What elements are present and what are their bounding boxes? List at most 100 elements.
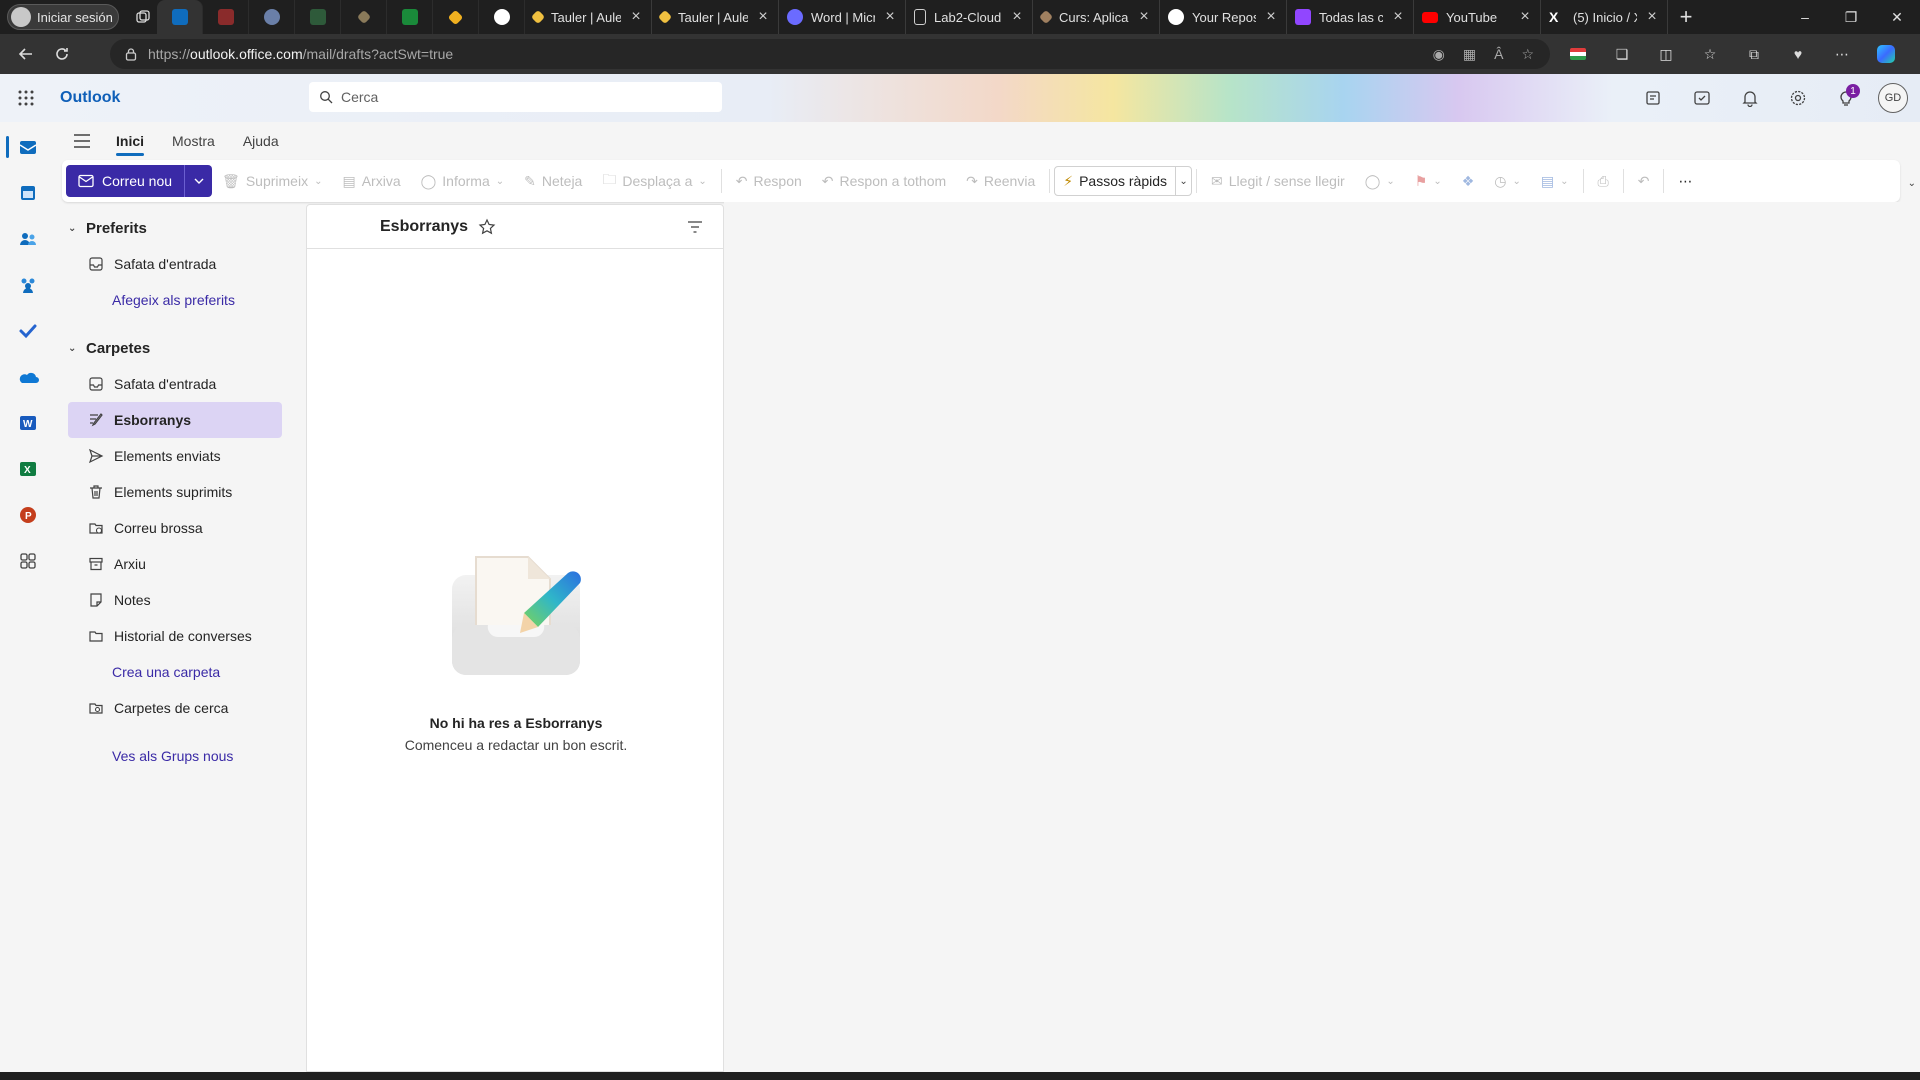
read-unread-button[interactable]: ✉ Llegit / sense llegir xyxy=(1201,165,1355,197)
search-input[interactable]: Cerca xyxy=(309,82,722,112)
flag-button[interactable]: ⚑ ⌄ xyxy=(1405,165,1452,197)
folder-item-sent[interactable]: Elements enviats xyxy=(68,438,282,474)
folder-item-inbox[interactable]: Safata d'entrada xyxy=(68,366,282,402)
close-tab-icon[interactable]: × xyxy=(1645,8,1659,26)
tab-pinned-7[interactable] xyxy=(433,0,479,34)
tips-lightbulb-icon[interactable]: 1 xyxy=(1830,82,1862,114)
create-folder-link[interactable]: Crea una carpeta xyxy=(52,654,302,690)
people-app-icon[interactable] xyxy=(11,222,45,256)
folder-item-drafts[interactable]: Esborranys xyxy=(68,402,282,438)
archive-button[interactable]: ▤ Arxiva xyxy=(332,165,410,197)
split-screen-icon[interactable]: ◫ xyxy=(1648,39,1684,69)
extension-flag-icon[interactable] xyxy=(1560,39,1596,69)
folder-item-search-folders[interactable]: Carpetes de cerca xyxy=(68,690,282,726)
browser-tab[interactable]: Todas las ca × xyxy=(1287,0,1414,34)
browser-tab[interactable]: Word | Micr × xyxy=(779,0,906,34)
browser-tab[interactable]: X (5) Inicio / X × xyxy=(1541,0,1668,34)
filter-icon[interactable] xyxy=(687,220,703,234)
print-button[interactable]: ⎙ xyxy=(1588,165,1619,197)
workspaces-icon[interactable] xyxy=(129,3,157,31)
app-launcher-icon[interactable] xyxy=(0,74,52,122)
folder-item-conversation-history[interactable]: Historial de converses xyxy=(68,618,282,654)
browser-tab[interactable]: YouTube × xyxy=(1414,0,1541,34)
mail-app-icon[interactable] xyxy=(6,130,45,164)
new-tab-button[interactable]: + xyxy=(1668,4,1704,30)
favorite-star-icon[interactable]: ☆ xyxy=(1521,46,1534,63)
forward-button[interactable]: ↷ Reenvia xyxy=(956,165,1045,197)
reply-button[interactable]: ↶ Respon xyxy=(726,165,812,197)
notifications-bell-icon[interactable] xyxy=(1734,82,1766,114)
calendar-app-icon[interactable] xyxy=(11,176,45,210)
browser-tab[interactable]: Tauler | Aule × xyxy=(525,0,652,34)
rules-button[interactable]: ▤ ⌄ xyxy=(1531,165,1579,197)
hamburger-menu-icon[interactable] xyxy=(62,122,102,160)
excel-app-icon[interactable]: X xyxy=(11,452,45,486)
quick-steps-button[interactable]: ⚡ Passos ràpids xyxy=(1055,173,1175,190)
more-options-icon[interactable]: ⋯ xyxy=(1824,39,1860,69)
snooze-button[interactable]: ◷ ⌄ xyxy=(1484,165,1531,197)
apps-available-icon[interactable]: ▦ xyxy=(1463,46,1476,63)
close-tab-icon[interactable]: × xyxy=(883,8,897,26)
tab-pinned-3[interactable] xyxy=(249,0,295,34)
performance-icon[interactable]: ♥ xyxy=(1780,39,1816,69)
folder-item-archive[interactable]: Arxiu xyxy=(68,546,282,582)
close-tab-icon[interactable]: × xyxy=(756,8,770,26)
tab-pinned-4[interactable] xyxy=(295,0,341,34)
undo-button[interactable]: ↶ xyxy=(1628,165,1660,197)
tab-pinned-6[interactable] xyxy=(387,0,433,34)
powerpoint-app-icon[interactable]: P xyxy=(11,498,45,532)
minimize-icon[interactable]: – xyxy=(1782,0,1828,34)
close-tab-icon[interactable]: × xyxy=(1010,8,1024,26)
more-actions-button[interactable]: ⋯ xyxy=(1668,165,1702,197)
close-tab-icon[interactable]: × xyxy=(629,8,643,26)
quick-steps-dropdown-icon[interactable]: ⌄ xyxy=(1175,166,1191,196)
extensions-icon[interactable]: ❏ xyxy=(1604,39,1640,69)
tab-outlook[interactable] xyxy=(157,0,203,34)
back-icon[interactable] xyxy=(8,38,44,70)
folder-item-deleted[interactable]: Elements suprimits xyxy=(68,474,282,510)
new-mail-button[interactable]: Correu nou xyxy=(66,165,185,197)
tab-pinned-8[interactable] xyxy=(479,0,525,34)
tab-inici[interactable]: Inici xyxy=(116,122,145,160)
teams-meet-icon[interactable] xyxy=(1638,82,1670,114)
settings-gear-icon[interactable] xyxy=(1782,82,1814,114)
word-app-icon[interactable]: W xyxy=(11,406,45,440)
account-avatar[interactable]: GD xyxy=(1878,83,1908,113)
tab-ajuda[interactable]: Ajuda xyxy=(243,122,279,160)
browser-tab[interactable]: Curs: Aplica × xyxy=(1033,0,1160,34)
go-to-groups-link[interactable]: Ves als Grups nous xyxy=(52,738,302,774)
new-mail-dropdown-icon[interactable] xyxy=(184,165,213,197)
close-tab-icon[interactable]: × xyxy=(1137,8,1151,26)
ribbon-collapse-icon[interactable]: ⌄ xyxy=(1908,178,1916,189)
app-title[interactable]: Outlook xyxy=(60,89,310,107)
lock-icon[interactable] xyxy=(124,47,138,61)
read-aloud-icon[interactable]: Â xyxy=(1494,46,1503,63)
close-tab-icon[interactable]: × xyxy=(1264,8,1278,26)
todo-app-icon[interactable] xyxy=(11,314,45,348)
delete-button[interactable]: 🗑 Suprimeix ⌄ xyxy=(212,165,332,197)
url-field[interactable]: https://outlook.office.com/mail/drafts?a… xyxy=(110,39,1550,69)
move-to-button[interactable]: 🗀 Desplaça a ⌄ xyxy=(592,165,716,197)
categorize-button[interactable]: ◯ ⌄ xyxy=(1355,165,1405,197)
folder-item-notes[interactable]: Notes xyxy=(68,582,282,618)
tracking-icon[interactable]: ◉ xyxy=(1433,46,1445,63)
favorites-section-header[interactable]: ⌄ Preferits xyxy=(52,210,302,246)
folder-item-junk[interactable]: Correu brossa xyxy=(68,510,282,546)
copilot-icon[interactable] xyxy=(1868,39,1904,69)
browser-tab[interactable]: Tauler | Aule × xyxy=(652,0,779,34)
tab-mostra[interactable]: Mostra xyxy=(172,122,215,160)
groups-app-icon[interactable] xyxy=(11,268,45,302)
add-favorites-link[interactable]: Afegeix als preferits xyxy=(52,282,302,318)
my-day-icon[interactable] xyxy=(1686,82,1718,114)
refresh-icon[interactable] xyxy=(44,38,80,70)
close-tab-icon[interactable]: × xyxy=(1391,8,1405,26)
restore-icon[interactable]: ❐ xyxy=(1828,0,1874,34)
favorites-icon[interactable]: ☆ xyxy=(1692,39,1728,69)
onedrive-app-icon[interactable] xyxy=(11,360,45,394)
tab-pinned-5[interactable] xyxy=(341,0,387,34)
report-button[interactable]: ◯ Informa ⌄ xyxy=(411,165,515,197)
pin-button[interactable]: ❖ xyxy=(1452,165,1485,197)
browser-tab[interactable]: Lab2-Cloud × xyxy=(906,0,1033,34)
close-window-icon[interactable]: ✕ xyxy=(1874,0,1920,34)
reply-all-button[interactable]: ↶ Respon a tothom xyxy=(812,165,956,197)
